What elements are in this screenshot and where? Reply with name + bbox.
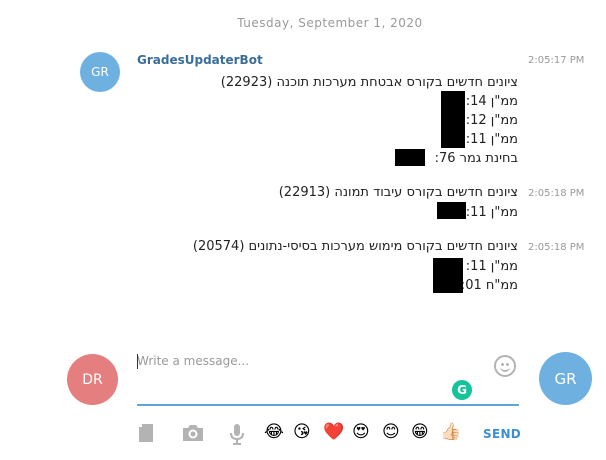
message-line: ממ"ן 12: — [465, 113, 518, 128]
emoji-tears-of-joy[interactable]: 😂 — [264, 422, 284, 442]
attach-file-icon[interactable] — [136, 423, 156, 447]
message-line: ציונים חדשים בקורס מימוש מערכות בסיסי-נת… — [192, 239, 518, 254]
emoji-thumbs-up[interactable]: 👍🏻 — [440, 422, 461, 442]
composer-underline — [137, 404, 519, 406]
emoji-grin[interactable]: 😁 — [411, 422, 429, 442]
emoji-kiss[interactable]: 😘 — [293, 422, 311, 442]
emoji-heart-eyes[interactable]: 😍 — [352, 422, 370, 442]
redaction-block — [395, 149, 425, 166]
message-line: בחינת גמר 76: — [434, 151, 518, 166]
message-line: ממ"ן 11: — [465, 259, 518, 274]
emoji-smile[interactable]: 😊 — [382, 422, 400, 442]
message-line: ממ"ן 11: — [465, 205, 518, 220]
message-input[interactable] — [137, 354, 457, 368]
redaction-block — [433, 258, 463, 293]
emoji-heart[interactable]: ❤️ — [323, 422, 344, 442]
send-button[interactable]: SEND — [483, 427, 521, 441]
peer-avatar[interactable]: GR — [539, 352, 592, 405]
redaction-block — [441, 91, 465, 148]
emoji-picker-icon[interactable] — [494, 355, 516, 377]
bot-avatar[interactable]: GR — [80, 52, 120, 92]
message-line: ממ"ח 01: — [461, 278, 518, 293]
my-avatar[interactable]: DR — [67, 354, 118, 405]
camera-icon[interactable] — [182, 423, 204, 447]
message-line: ציונים חדשים בקורס עיבוד תמונה (22913) — [278, 185, 518, 200]
message-timestamp: 2:05:18 PM — [528, 188, 585, 199]
microphone-icon[interactable] — [229, 423, 245, 449]
message-timestamp: 2:05:18 PM — [528, 242, 585, 253]
message-line: ממ"ן 14: — [465, 94, 518, 109]
redaction-block — [437, 202, 466, 219]
grammarly-icon[interactable]: G — [452, 380, 472, 400]
message-timestamp: 2:05:17 PM — [528, 55, 585, 66]
date-separator: Tuesday, September 1, 2020 — [237, 16, 423, 30]
message-line: ציונים חדשים בקורס אבטחת מערכות תוכנה (2… — [220, 75, 518, 90]
text-caret — [137, 354, 138, 369]
message-line: ממ"ן 11: — [465, 132, 518, 147]
sender-name[interactable]: GradesUpdaterBot — [137, 53, 263, 67]
